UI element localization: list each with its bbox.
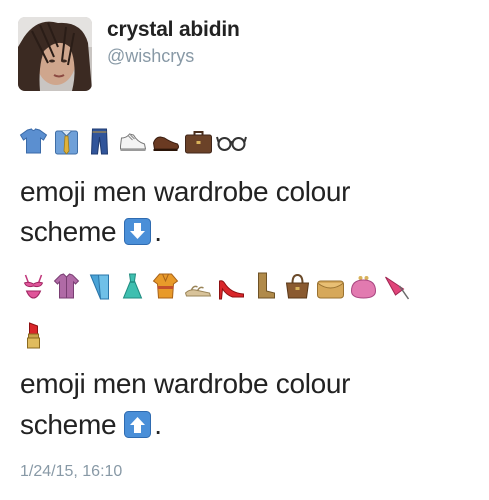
scheme-word: scheme [20,216,117,247]
scheme-word: scheme [20,409,117,440]
women-emoji-row [18,271,414,301]
sneaker-icon [120,133,147,151]
avatar-photo [18,17,92,91]
avatar[interactable] [18,17,92,91]
blouse-icon [53,273,80,299]
umbrella-icon [385,276,410,300]
dress-shirt-tie-icon [55,130,78,155]
men-emoji-row [18,126,249,156]
robe-icon [152,273,179,299]
boot-icon [258,272,275,299]
eyeglasses-icon [216,136,247,151]
down-arrow-key-icon [124,218,152,245]
kimono-icon [89,274,110,300]
user-handle[interactable]: @wishcrys [107,46,194,67]
tweet-text-line-1: emoji men wardrobe colour [20,176,351,207]
tshirt-icon [19,128,48,154]
display-name[interactable]: crystal abidin [107,18,240,42]
sandal-icon [184,285,212,297]
handbag-icon [285,273,310,299]
tweet-text-line-4: scheme . [20,409,162,441]
clutch-icon [317,280,344,299]
lipstick-icon [27,322,40,349]
tweet-period: . [154,409,162,440]
purse-icon [350,276,377,299]
dress-shoe-icon [152,136,179,151]
women-emoji-row-2 [18,320,51,350]
high-heel-icon [219,280,244,300]
tweet-text-line-3: emoji men wardrobe colour [20,368,351,399]
dress-icon [122,273,143,299]
tweet-period: . [154,216,162,247]
briefcase-icon [185,131,212,154]
tweet-text-line-2: scheme . [20,216,162,248]
jeans-icon [90,128,109,155]
up-arrow-key-icon [124,411,152,438]
tweet-timestamp[interactable]: 1/24/15, 16:10 [20,463,122,481]
bikini-icon [23,274,44,299]
